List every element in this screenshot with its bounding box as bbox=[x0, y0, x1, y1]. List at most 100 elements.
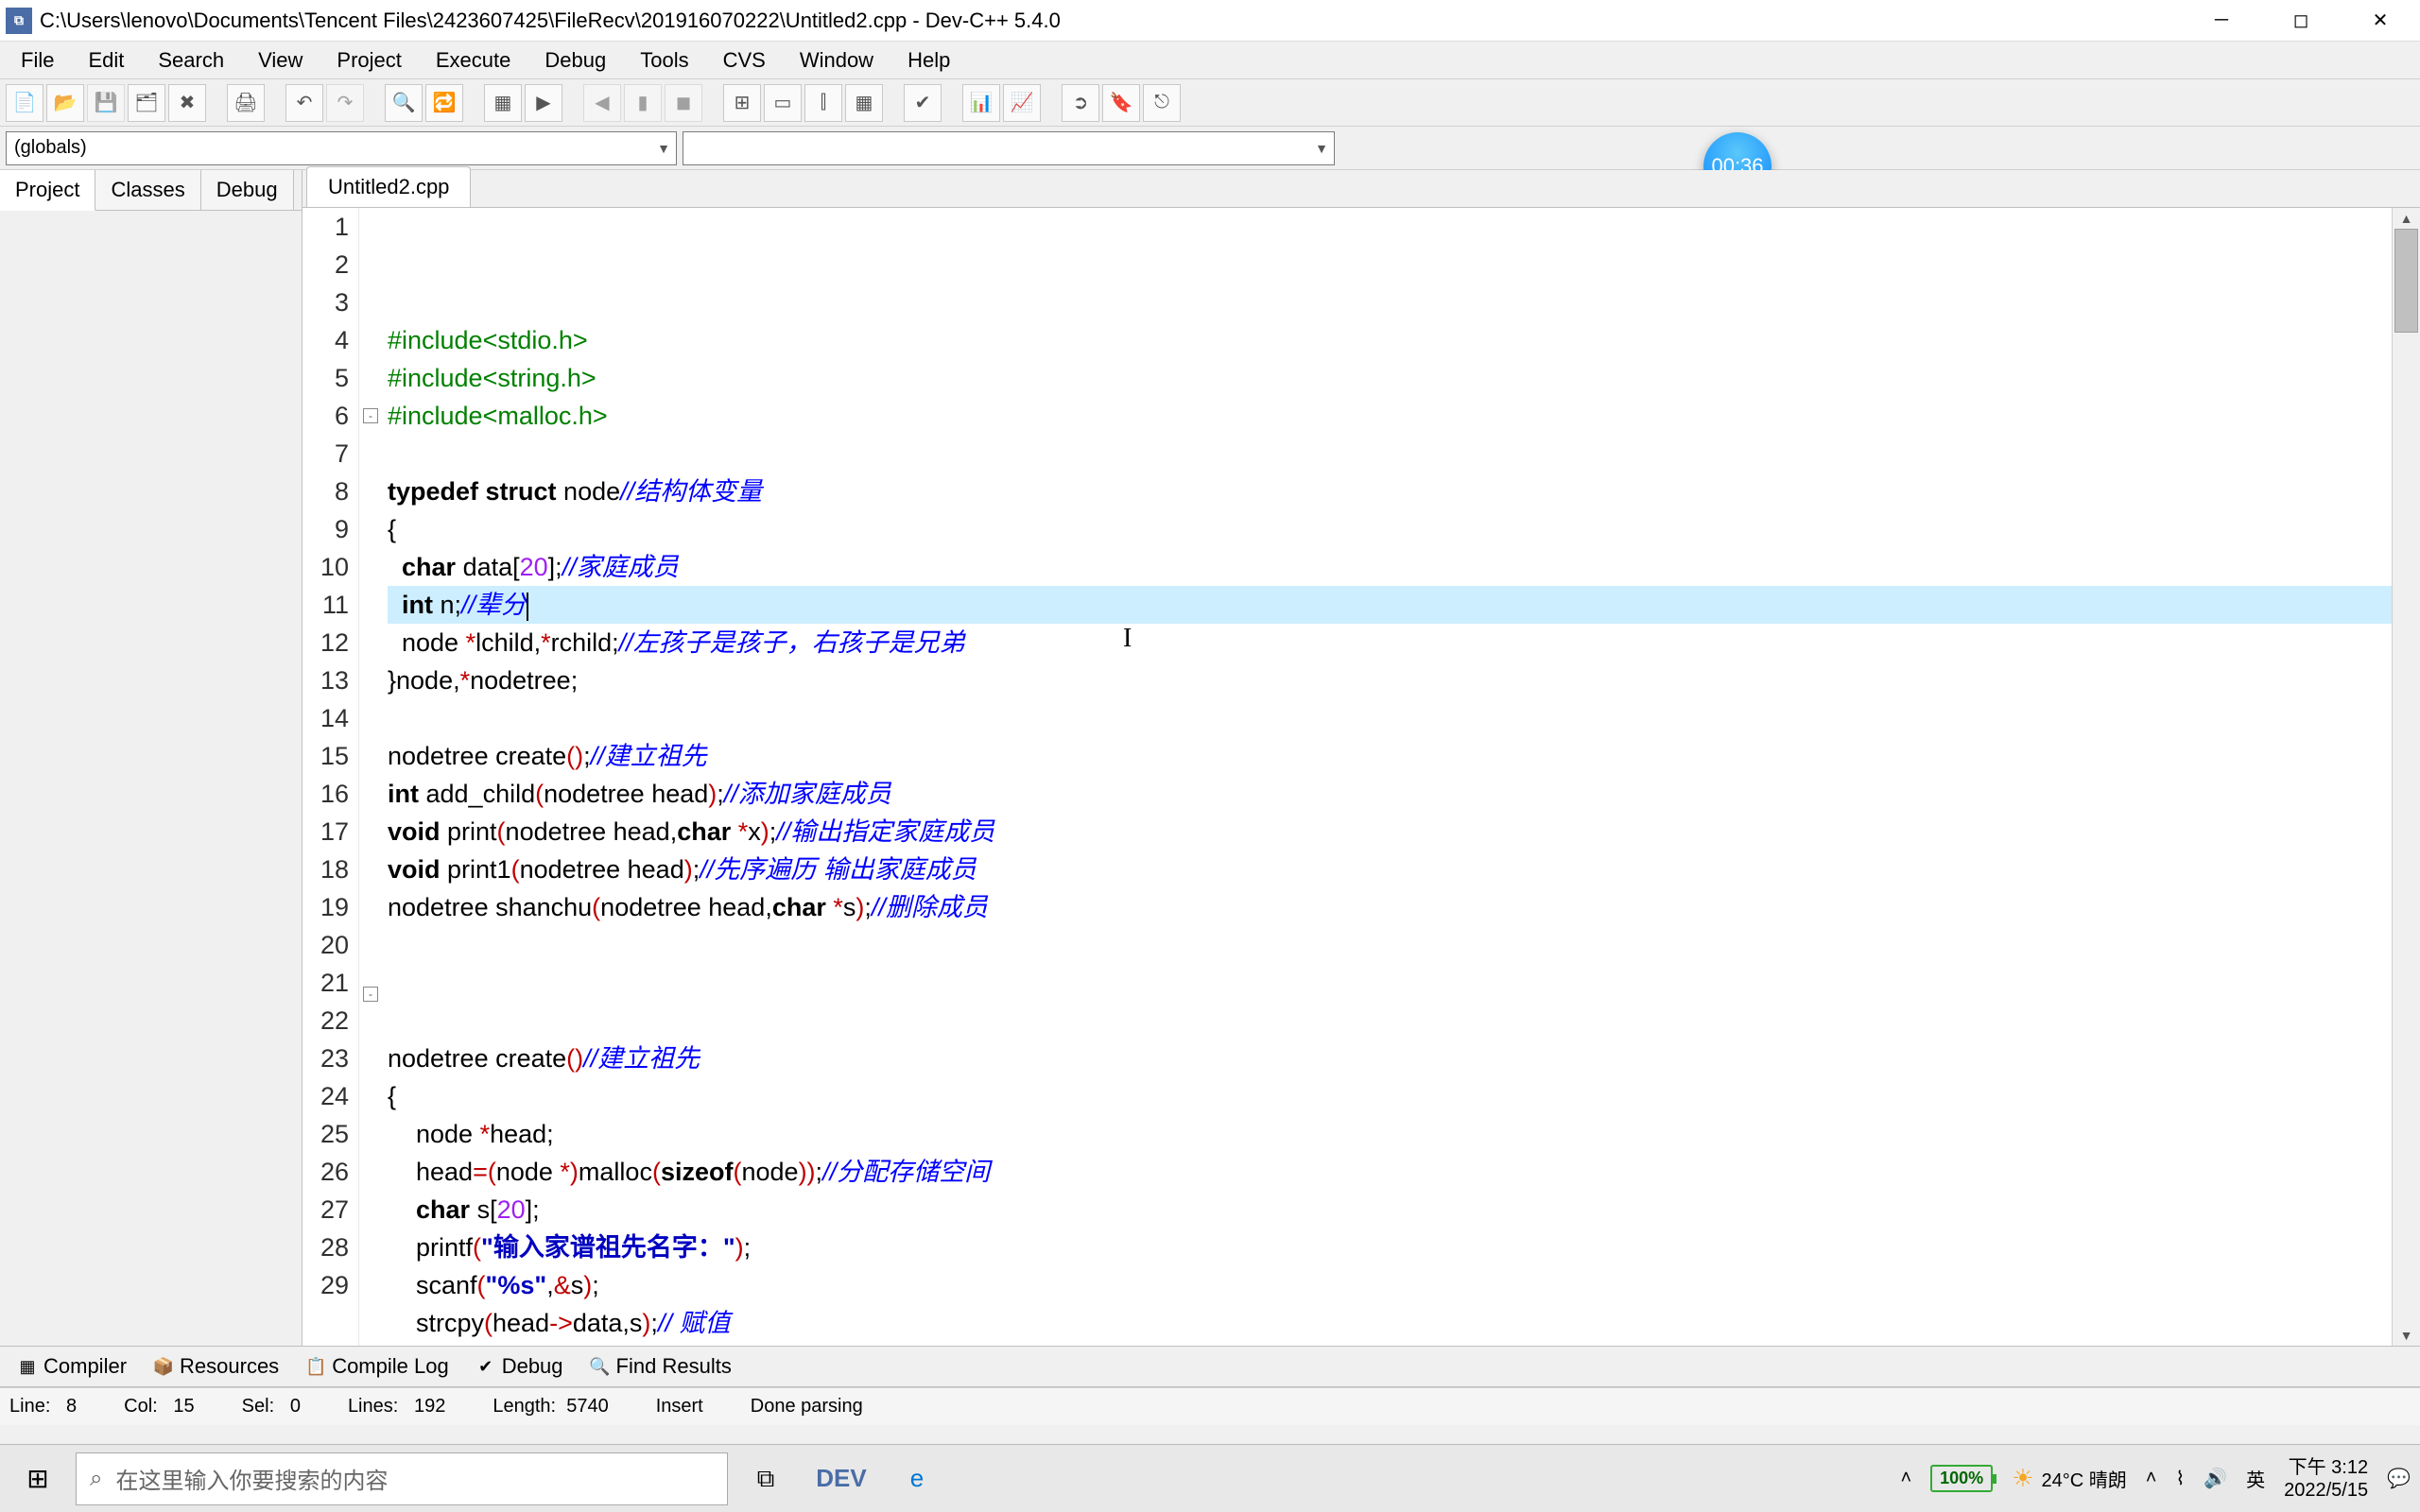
code-line[interactable]: #include<malloc.h> bbox=[388, 397, 2420, 435]
code-line[interactable]: nodetree shanchu(nodetree head,char *s);… bbox=[388, 888, 2420, 926]
code-line[interactable]: }node,*nodetree; bbox=[388, 662, 2420, 699]
window-tile-icon[interactable]: ⊞ bbox=[723, 84, 761, 122]
bottom-tab-debug[interactable]: ✔Debug bbox=[464, 1350, 575, 1383]
bottom-tab-compiler[interactable]: ▦Compiler bbox=[6, 1350, 138, 1383]
profile-icon[interactable]: 📈 bbox=[1003, 84, 1041, 122]
code-line[interactable]: int add_child(nodetree head);//添加家庭成员 bbox=[388, 775, 2420, 813]
code-line[interactable]: void print(nodetree head,char *x);//输出指定… bbox=[388, 813, 2420, 850]
menu-search[interactable]: Search bbox=[141, 43, 241, 78]
task-view-icon[interactable]: ⧉ bbox=[728, 1445, 804, 1512]
menu-execute[interactable]: Execute bbox=[419, 43, 528, 78]
weather-widget[interactable]: ☀ 24°C 晴朗 bbox=[2012, 1464, 2127, 1493]
code-line[interactable]: head=(node *)malloc(sizeof(node));//分配存储… bbox=[388, 1153, 2420, 1191]
code-line[interactable]: nodetree create();//建立祖先 bbox=[388, 737, 2420, 775]
sound-icon[interactable]: 🔊 bbox=[2204, 1467, 2227, 1490]
run-icon[interactable]: ▶ bbox=[525, 84, 562, 122]
window-cascade-icon[interactable]: ▭ bbox=[764, 84, 802, 122]
code-line[interactable]: char s[20]; bbox=[388, 1191, 2420, 1228]
wifi-icon[interactable]: ⌇ bbox=[2175, 1467, 2185, 1490]
scroll-thumb[interactable] bbox=[2394, 229, 2418, 333]
code-line[interactable]: scanf("%s",&s); bbox=[388, 1266, 2420, 1304]
debug-step-icon[interactable]: ◀ bbox=[583, 84, 621, 122]
code-line[interactable]: typedef struct node//结构体变量 bbox=[388, 472, 2420, 510]
code-line[interactable]: #include<stdio.h> bbox=[388, 321, 2420, 359]
start-button[interactable]: ⊞ bbox=[0, 1445, 76, 1512]
fold-toggle-icon[interactable]: - bbox=[363, 408, 378, 423]
code-line[interactable]: printf("输入家谱祖先名字："); bbox=[388, 1228, 2420, 1266]
editor-tab[interactable]: Untitled2.cpp bbox=[306, 166, 471, 207]
edge-taskbar-icon[interactable]: e bbox=[879, 1445, 955, 1512]
redo-icon[interactable]: ↷ bbox=[326, 84, 364, 122]
code-line[interactable] bbox=[388, 699, 2420, 737]
window-grid-icon[interactable]: ▦ bbox=[845, 84, 883, 122]
code-line[interactable] bbox=[388, 435, 2420, 472]
taskbar-search[interactable]: ⌕ 在这里输入你要搜索的内容 bbox=[76, 1452, 728, 1505]
menu-edit[interactable]: Edit bbox=[71, 43, 141, 78]
compile-icon[interactable]: ▦ bbox=[484, 84, 522, 122]
open-file-icon[interactable]: 📂 bbox=[46, 84, 84, 122]
check-icon[interactable]: ✔ bbox=[904, 84, 942, 122]
menu-cvs[interactable]: CVS bbox=[706, 43, 783, 78]
menu-project[interactable]: Project bbox=[320, 43, 418, 78]
find-icon[interactable]: 🔍 bbox=[385, 84, 423, 122]
debug-next-icon[interactable]: ▮ bbox=[624, 84, 662, 122]
side-tab-debug[interactable]: Debug bbox=[201, 170, 294, 210]
bookmark-icon[interactable]: 🔖 bbox=[1102, 84, 1140, 122]
code-line[interactable]: nodetree create()//建立祖先 bbox=[388, 1040, 2420, 1077]
code-line[interactable]: head->n=1;//分配辈分 bbox=[388, 1342, 2420, 1346]
chart-icon[interactable]: 📊 bbox=[962, 84, 1000, 122]
save-all-icon[interactable]: 🗂 bbox=[128, 84, 165, 122]
window-split-icon[interactable]: ⫿ bbox=[804, 84, 842, 122]
scroll-down-icon[interactable]: ▼ bbox=[2393, 1325, 2420, 1346]
exit-icon[interactable]: ⎋ bbox=[1143, 84, 1181, 122]
code-line[interactable]: void print1(nodetree head);//先序遍历 输出家庭成员 bbox=[388, 850, 2420, 888]
battery-indicator[interactable]: 100% bbox=[1930, 1465, 1993, 1492]
menu-tools[interactable]: Tools bbox=[623, 43, 705, 78]
notifications-icon[interactable]: 💬 bbox=[2387, 1467, 2411, 1490]
goto-icon[interactable]: ➲ bbox=[1062, 84, 1099, 122]
code-line[interactable]: char data[20];//家庭成员 bbox=[388, 548, 2420, 586]
bottom-tab-find-results[interactable]: 🔍Find Results bbox=[579, 1350, 743, 1383]
devcpp-taskbar-icon[interactable]: DEV bbox=[804, 1445, 879, 1512]
menu-file[interactable]: File bbox=[4, 43, 71, 78]
code-editor[interactable]: 1234567891011121314151617181920212223242… bbox=[302, 208, 2420, 1346]
clock[interactable]: 下午 3:12 2022/5/15 bbox=[2284, 1456, 2368, 1502]
maximize-button[interactable]: ◻ bbox=[2261, 0, 2341, 41]
scroll-up-icon[interactable]: ▲ bbox=[2393, 208, 2420, 229]
tray-chevron-icon[interactable]: ˄ bbox=[1900, 1468, 1911, 1489]
fold-toggle-icon[interactable]: - bbox=[363, 987, 378, 1002]
vertical-scrollbar[interactable]: ▲ ▼ bbox=[2392, 208, 2420, 1346]
ime-indicator[interactable]: 英 bbox=[2246, 1465, 2265, 1492]
code-line[interactable] bbox=[388, 1002, 2420, 1040]
minimize-button[interactable]: ─ bbox=[2182, 0, 2261, 41]
bottom-tab-resources[interactable]: 📦Resources bbox=[142, 1350, 290, 1383]
code-line[interactable]: node *lchild,*rchild;//左孩子是孩子，右孩子是兄弟 bbox=[388, 624, 2420, 662]
debug-stop-icon[interactable]: ◼ bbox=[665, 84, 702, 122]
new-file-icon[interactable]: 📄 bbox=[6, 84, 43, 122]
fold-gutter[interactable]: -- bbox=[359, 208, 382, 1346]
code-line[interactable]: #include<string.h> bbox=[388, 359, 2420, 397]
code-line[interactable]: { bbox=[388, 510, 2420, 548]
print-icon[interactable]: 🖨 bbox=[227, 84, 265, 122]
side-tab-project[interactable]: Project bbox=[0, 170, 95, 211]
code-line[interactable] bbox=[388, 964, 2420, 1002]
members-combo[interactable]: ▼ bbox=[683, 131, 1335, 165]
menu-view[interactable]: View bbox=[241, 43, 320, 78]
code-line[interactable]: { bbox=[388, 1077, 2420, 1115]
save-icon[interactable]: 💾 bbox=[87, 84, 125, 122]
replace-icon[interactable]: 🔁 bbox=[425, 84, 463, 122]
code-line[interactable]: int n;//辈分 bbox=[388, 586, 2420, 624]
close-file-icon[interactable]: ✖ bbox=[168, 84, 206, 122]
scope-combo[interactable]: (globals) ▼ bbox=[6, 131, 677, 165]
tray-chevron-icon[interactable]: ˄ bbox=[2146, 1468, 2157, 1489]
code-line[interactable]: node *head; bbox=[388, 1115, 2420, 1153]
side-tab-classes[interactable]: Classes bbox=[95, 170, 200, 210]
code-line[interactable] bbox=[388, 926, 2420, 964]
code-area[interactable]: I #include<stdio.h>#include<string.h>#in… bbox=[382, 208, 2420, 1346]
code-line[interactable]: strcpy(head->data,s);// 赋值 bbox=[388, 1304, 2420, 1342]
undo-icon[interactable]: ↶ bbox=[285, 84, 323, 122]
menu-window[interactable]: Window bbox=[783, 43, 890, 78]
menu-help[interactable]: Help bbox=[890, 43, 967, 78]
bottom-tab-compile-log[interactable]: 📋Compile Log bbox=[294, 1350, 460, 1383]
menu-debug[interactable]: Debug bbox=[527, 43, 623, 78]
